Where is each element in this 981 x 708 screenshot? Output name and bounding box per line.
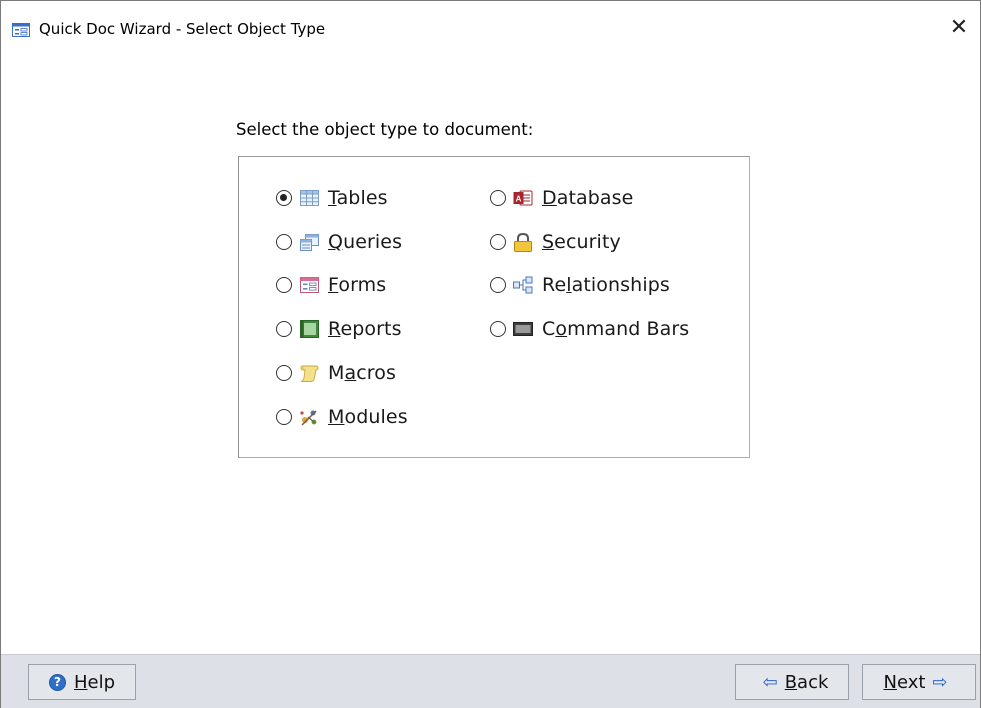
option-label-reports: Reports bbox=[328, 318, 402, 340]
back-button[interactable]: ⇦ Back bbox=[735, 664, 849, 700]
radio-macros[interactable] bbox=[276, 365, 292, 381]
title-bar: Quick Doc Wizard - Select Object Type ✕ bbox=[1, 1, 980, 59]
database-icon: A bbox=[513, 189, 533, 207]
back-label: Back bbox=[784, 671, 829, 693]
option-forms[interactable]: Forms bbox=[276, 271, 386, 299]
module-icon bbox=[299, 408, 319, 426]
next-button[interactable]: Next ⇨ bbox=[862, 664, 976, 700]
radio-queries[interactable] bbox=[276, 234, 292, 250]
option-label-command-bars: Command Bars bbox=[542, 318, 690, 340]
close-button[interactable]: ✕ bbox=[944, 13, 974, 43]
instruction-label: Select the object type to document: bbox=[236, 120, 534, 139]
option-tables[interactable]: Tables bbox=[276, 184, 388, 212]
radio-security[interactable] bbox=[490, 234, 506, 250]
radio-reports[interactable] bbox=[276, 321, 292, 337]
radio-relationships[interactable] bbox=[490, 277, 506, 293]
option-command-bars[interactable]: Command Bars bbox=[490, 315, 689, 343]
relationships-icon bbox=[513, 276, 533, 294]
radio-tables[interactable] bbox=[276, 190, 292, 206]
option-label-forms: Forms bbox=[328, 274, 387, 296]
option-security[interactable]: Security bbox=[490, 228, 621, 256]
svg-text:A: A bbox=[516, 195, 522, 204]
option-label-macros: Macros bbox=[328, 362, 397, 384]
option-label-tables: Tables bbox=[328, 187, 388, 209]
option-reports[interactable]: Reports bbox=[276, 315, 402, 343]
option-macros[interactable]: Macros bbox=[276, 359, 396, 387]
help-label: Help bbox=[73, 671, 116, 693]
help-icon: ? bbox=[48, 673, 66, 691]
lock-icon bbox=[513, 232, 533, 252]
option-label-queries: Queries bbox=[328, 231, 403, 253]
macro-icon bbox=[299, 364, 319, 382]
radio-forms[interactable] bbox=[276, 277, 292, 293]
object-type-group: Tables Queries Forms Reports Macros Modu… bbox=[238, 156, 750, 458]
form-app-icon bbox=[12, 23, 30, 37]
option-modules[interactable]: Modules bbox=[276, 403, 408, 431]
help-button[interactable]: ? Help bbox=[28, 664, 136, 700]
arrow-left-icon: ⇦ bbox=[762, 671, 778, 693]
radio-modules[interactable] bbox=[276, 409, 292, 425]
footer-bar: ? Help ⇦ Back Next ⇨ bbox=[1, 654, 980, 708]
form-icon bbox=[299, 276, 319, 294]
option-queries[interactable]: Queries bbox=[276, 228, 402, 256]
query-icon bbox=[299, 233, 319, 251]
window-title: Quick Doc Wizard - Select Object Type bbox=[39, 20, 326, 38]
command-bar-icon bbox=[513, 320, 533, 338]
option-label-security: Security bbox=[542, 231, 621, 253]
arrow-right-icon: ⇨ bbox=[932, 671, 948, 693]
option-label-modules: Modules bbox=[328, 406, 408, 428]
radio-command-bars[interactable] bbox=[490, 321, 506, 337]
radio-database[interactable] bbox=[490, 190, 506, 206]
option-database[interactable]: A Database bbox=[490, 184, 633, 212]
option-relationships[interactable]: Relationships bbox=[490, 271, 670, 299]
wizard-window: Quick Doc Wizard - Select Object Type ✕ … bbox=[0, 0, 981, 708]
next-label: Next bbox=[883, 671, 926, 693]
report-icon bbox=[299, 320, 319, 338]
table-icon bbox=[299, 189, 319, 207]
option-label-database: Database bbox=[542, 187, 634, 209]
option-label-relationships: Relationships bbox=[542, 274, 670, 296]
